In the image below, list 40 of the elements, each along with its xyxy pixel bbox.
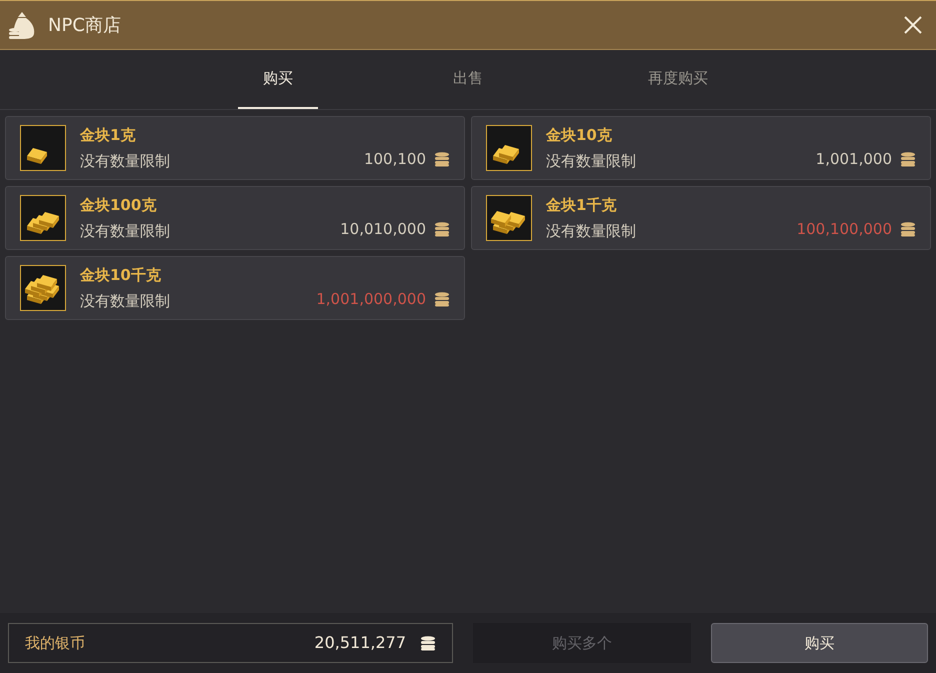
ingot-stack-icon [20, 195, 66, 241]
ingot-stack-icon [20, 265, 66, 311]
wallet-amount: 20,511,277 [314, 632, 406, 654]
item-price: 1,001,000,000 [316, 288, 426, 310]
shop-item-card[interactable]: 金块10千克 没有数量限制 1,001,000,000 [5, 256, 465, 320]
item-price: 100,100,000 [796, 218, 892, 240]
shop-item-card[interactable]: 金块10克 没有数量限制 1,001,000 [471, 116, 931, 180]
item-name: 金块10千克 [80, 265, 162, 286]
close-icon [904, 16, 922, 34]
ingot-stack-icon [486, 195, 532, 241]
wallet-label: 我的银币 [25, 632, 85, 654]
shop-item-card[interactable]: 金块1克 没有数量限制 100,100 [5, 116, 465, 180]
item-limit: 没有数量限制 [546, 150, 636, 172]
window-title: NPC商店 [48, 14, 121, 38]
coin-stack-icon [434, 150, 450, 167]
coin-stack-icon [434, 220, 450, 237]
item-limit: 没有数量限制 [80, 220, 170, 242]
coin-stack-icon [900, 150, 916, 167]
coin-stack-icon [420, 635, 436, 651]
tab[interactable]: 再度购买 [618, 50, 738, 109]
item-name: 金块1千克 [546, 195, 618, 216]
shop-item-card[interactable]: 金块1千克 没有数量限制 100,100,000 [471, 186, 931, 250]
item-limit: 没有数量限制 [80, 290, 170, 312]
tab[interactable]: 购买 [238, 50, 318, 109]
item-name: 金块1克 [80, 125, 136, 146]
item-limit: 没有数量限制 [546, 220, 636, 242]
shop-item-card[interactable]: 金块100克 没有数量限制 10,010,000 [5, 186, 465, 250]
item-name: 金块10克 [546, 125, 613, 146]
coin-stack-icon [434, 290, 450, 307]
buy-button[interactable]: 购买 [710, 623, 928, 663]
item-price: 100,100 [364, 148, 426, 170]
item-limit: 没有数量限制 [80, 150, 170, 172]
money-bag-icon [8, 10, 36, 40]
ingot-stack-icon [486, 125, 532, 171]
item-name: 金块100克 [80, 195, 158, 216]
tab[interactable]: 出售 [408, 50, 528, 109]
coin-stack-icon [900, 220, 916, 237]
item-price: 10,010,000 [340, 218, 426, 240]
item-price: 1,001,000 [816, 148, 892, 170]
ingot-stack-icon [20, 125, 66, 171]
